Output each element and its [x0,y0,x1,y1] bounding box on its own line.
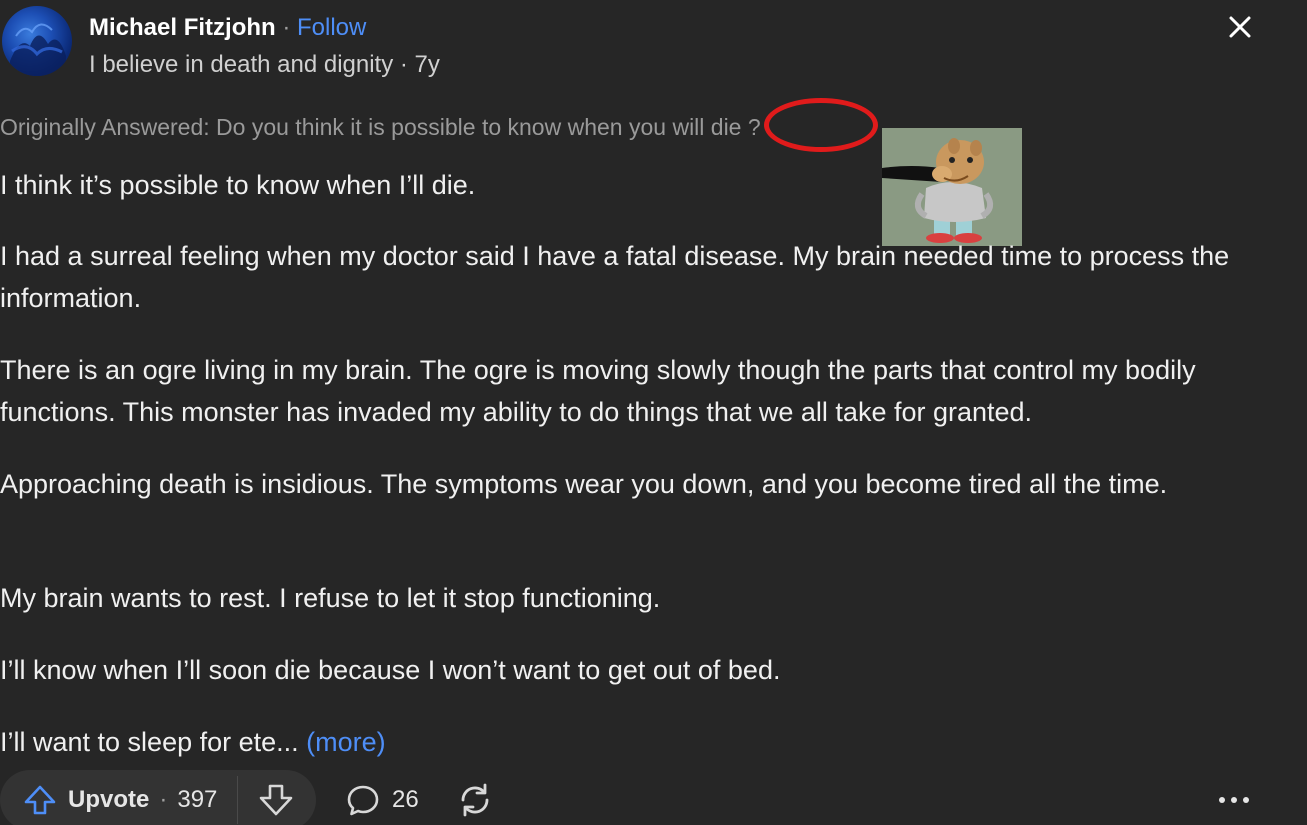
upvote-separator: · [159,786,168,813]
upvote-button[interactable]: Upvote · 397 [22,780,217,820]
reshare-button[interactable] [455,780,495,820]
original-question-prefix: Originally Answered: Do you think it is … [0,114,673,140]
original-question-highlight: will die [672,114,742,140]
author-tagline: I believe in death and dignity · 7y [89,51,440,78]
answer-paragraph-1: I think it’s possible to know when I’ll … [0,170,476,200]
original-question-suffix: ? [741,114,761,140]
answer-paragraph-2: I had a surreal feeling when my doctor s… [0,241,1230,313]
close-icon [1229,16,1251,38]
close-button[interactable] [1222,9,1258,45]
more-options-button[interactable] [1212,780,1256,820]
avatar-image [10,23,66,76]
arrow-up-icon [24,785,56,815]
answer-paragraph-5: My brain wants to rest. I refuse to let … [0,583,661,613]
more-dots-icon [1219,797,1249,803]
answer-card: Michael Fitzjohn · Follow I believe in d… [0,0,1307,825]
follow-button[interactable]: Follow [297,14,366,41]
author-avatar[interactable] [2,6,72,76]
truncated-text: I’ll want to sleep for ete... [0,727,299,757]
comment-count: 26 [392,786,419,813]
more-link[interactable]: (more) [306,727,386,757]
upvote-count: 397 [177,786,218,813]
reshare-icon [461,783,489,817]
author-separator: · [275,14,297,41]
answer-paragraph-3: There is an ogre living in my brain. The… [0,355,1196,427]
red-circle-annotation [764,98,878,152]
vote-divider [237,776,238,824]
arrow-down-icon [259,784,293,816]
upvote-label: Upvote [68,786,150,813]
answer-paragraph-truncated: I’ll want to sleep for ete... (more) [0,721,1290,763]
author-line: Michael Fitzjohn · Follow [89,13,366,43]
answer-paragraph-6: I’ll know when I’ll soon die because I w… [0,655,781,685]
comment-bubble-icon [347,785,379,816]
author-name[interactable]: Michael Fitzjohn [89,14,276,41]
downvote-button[interactable] [256,780,296,820]
original-question[interactable]: Originally Answered: Do you think it is … [0,112,761,142]
comment-button[interactable]: 26 [346,780,419,820]
answer-paragraph-4: Approaching death is insidious. The symp… [0,469,1168,499]
